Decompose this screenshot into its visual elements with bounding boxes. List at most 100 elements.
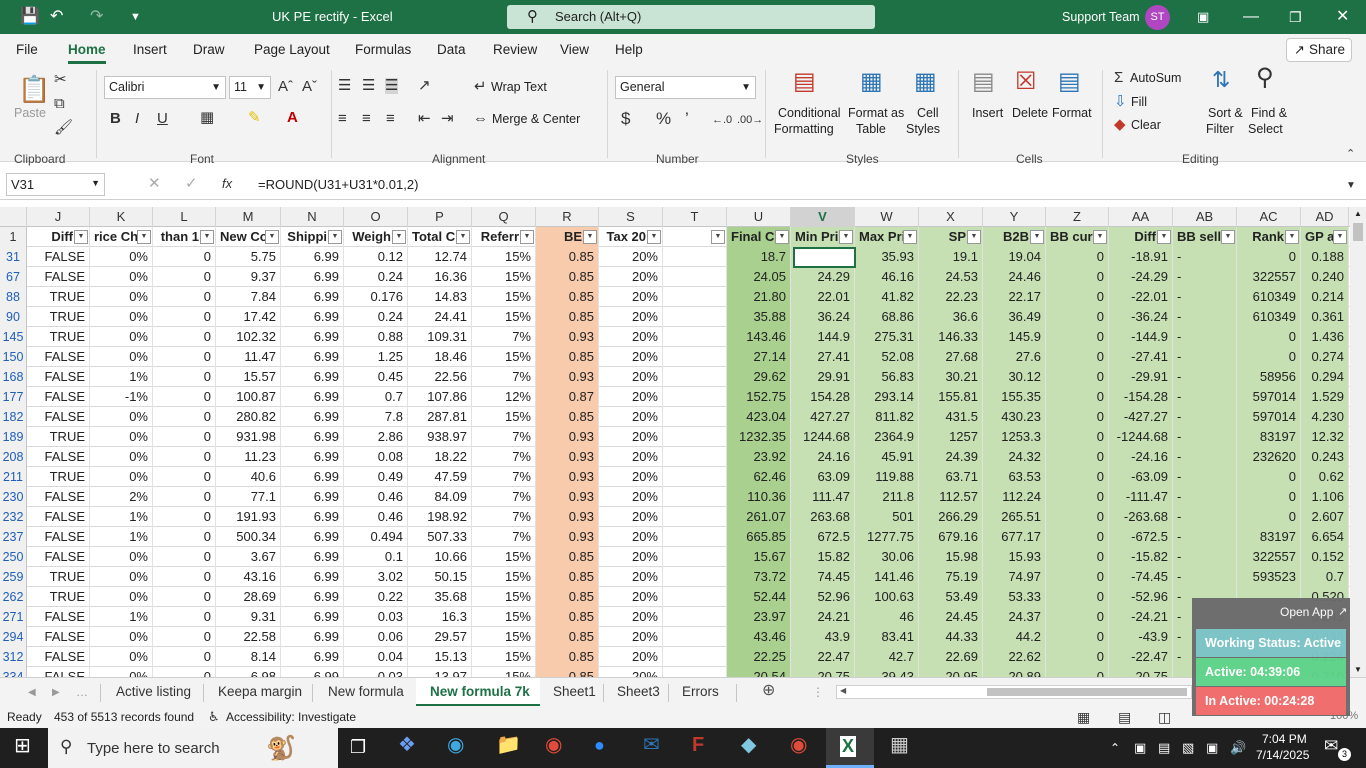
edge-icon[interactable]: ◉: [447, 735, 464, 755]
cell[interactable]: 46: [855, 607, 919, 627]
cell[interactable]: 46.16: [855, 267, 919, 287]
cell[interactable]: -20.75: [1109, 667, 1173, 677]
expand-formula-icon[interactable]: ▼: [1346, 178, 1356, 194]
cell[interactable]: 53.49: [919, 587, 983, 607]
cell[interactable]: 0: [1046, 607, 1109, 627]
row-number[interactable]: 67: [0, 267, 27, 287]
cell[interactable]: 0.04: [344, 647, 408, 667]
row-number[interactable]: 262: [0, 587, 27, 607]
cell[interactable]: 22.58: [216, 627, 281, 647]
cell[interactable]: 6.99: [281, 307, 344, 327]
cell[interactable]: 7%: [472, 507, 536, 527]
tray-screen-icon[interactable]: ▤: [1158, 740, 1170, 756]
cell[interactable]: 15%: [472, 307, 536, 327]
wrap-text-button[interactable]: Wrap Text: [491, 80, 547, 94]
cell[interactable]: 0%: [90, 567, 153, 587]
cell[interactable]: 427.27: [791, 407, 855, 427]
cell[interactable]: 672.5: [791, 527, 855, 547]
filter-dropdown-icon[interactable]: ▼: [328, 230, 342, 244]
cell[interactable]: 0%: [90, 307, 153, 327]
cell[interactable]: 0: [153, 507, 216, 527]
cell[interactable]: 15.57: [216, 367, 281, 387]
cell[interactable]: 1244.68: [791, 427, 855, 447]
cell[interactable]: FALSE: [27, 607, 90, 627]
column-header-l[interactable]: L: [153, 207, 216, 227]
notification-icon[interactable]: ✉: [1324, 737, 1338, 754]
cell[interactable]: 0: [153, 347, 216, 367]
cell[interactable]: 20%: [599, 387, 663, 407]
cell[interactable]: 15%: [472, 347, 536, 367]
cell[interactable]: 0.49: [344, 467, 408, 487]
cell[interactable]: 5.75: [216, 247, 281, 267]
cell[interactable]: 22.17: [983, 287, 1046, 307]
row-number[interactable]: 150: [0, 347, 27, 367]
cell[interactable]: 0: [1046, 427, 1109, 447]
cell[interactable]: 112.24: [983, 487, 1046, 507]
customize-qat-icon[interactable]: ▼: [130, 7, 141, 27]
cell[interactable]: 6.99: [281, 427, 344, 447]
filter-dropdown-icon[interactable]: ▼: [647, 230, 661, 244]
filter-dropdown-icon[interactable]: ▼: [1333, 230, 1347, 244]
cell[interactable]: 16.36: [408, 267, 472, 287]
cell[interactable]: 0: [1237, 487, 1301, 507]
cell[interactable]: 15%: [472, 287, 536, 307]
increase-indent-icon[interactable]: ⇥: [441, 111, 454, 127]
cell[interactable]: 0.85: [536, 347, 599, 367]
tray-app-icon[interactable]: ▣: [1134, 740, 1146, 756]
cell[interactable]: 83197: [1237, 527, 1301, 547]
cell[interactable]: 0: [1046, 647, 1109, 667]
column-header-p[interactable]: P: [408, 207, 472, 227]
cell[interactable]: 232620: [1237, 447, 1301, 467]
cell[interactable]: 0: [1237, 347, 1301, 367]
cell[interactable]: 0: [1046, 527, 1109, 547]
cell[interactable]: -: [1173, 567, 1237, 587]
cell[interactable]: 2%: [90, 487, 153, 507]
cell[interactable]: [663, 567, 727, 587]
cell[interactable]: 6.99: [281, 567, 344, 587]
clear-button[interactable]: Clear: [1131, 118, 1161, 132]
cell[interactable]: 0: [1237, 247, 1301, 267]
cell[interactable]: 15%: [472, 407, 536, 427]
accessibility-status[interactable]: Accessibility: Investigate: [226, 710, 356, 724]
cell[interactable]: [663, 487, 727, 507]
cell[interactable]: 44.2: [983, 627, 1046, 647]
cell[interactable]: 0.7: [1301, 567, 1349, 587]
cell[interactable]: 1232.35: [727, 427, 791, 447]
cell[interactable]: 4.230: [1301, 407, 1349, 427]
cell[interactable]: 198.92: [408, 507, 472, 527]
cell[interactable]: FALSE: [27, 407, 90, 427]
tab-formulas[interactable]: Formulas: [355, 42, 411, 57]
zoom-icon[interactable]: ●: [594, 736, 605, 754]
cell[interactable]: -: [1173, 427, 1237, 447]
font-size-dropdown[interactable]: 11 ▼: [229, 76, 271, 99]
cell[interactable]: 44.33: [919, 627, 983, 647]
cell[interactable]: 6.99: [281, 247, 344, 267]
cell[interactable]: 20.54: [727, 667, 791, 677]
cell[interactable]: 0.1: [344, 547, 408, 567]
sheet-tab-keepa-margin[interactable]: Keepa margin: [218, 684, 302, 699]
cell[interactable]: 3.02: [344, 567, 408, 587]
column-header-q[interactable]: Q: [472, 207, 536, 227]
cell[interactable]: 20%: [599, 307, 663, 327]
cell[interactable]: [663, 287, 727, 307]
borders-icon[interactable]: ▦: [200, 110, 214, 126]
cell[interactable]: -: [1173, 387, 1237, 407]
cell[interactable]: 77.1: [216, 487, 281, 507]
cell[interactable]: 111.47: [791, 487, 855, 507]
cell[interactable]: 107.86: [408, 387, 472, 407]
cell[interactable]: 19.1: [919, 247, 983, 267]
cell[interactable]: -: [1173, 447, 1237, 467]
align-left-icon[interactable]: ≡: [338, 111, 347, 127]
cell[interactable]: [663, 467, 727, 487]
cell[interactable]: 0%: [90, 267, 153, 287]
scroll-left-icon[interactable]: ◀: [840, 686, 846, 695]
cell[interactable]: 6.99: [281, 527, 344, 547]
tab-help[interactable]: Help: [615, 42, 643, 57]
cell[interactable]: 75.19: [919, 567, 983, 587]
cell[interactable]: FALSE: [27, 347, 90, 367]
cell[interactable]: 22.47: [791, 647, 855, 667]
cell[interactable]: 112.57: [919, 487, 983, 507]
cell[interactable]: 14.83: [408, 287, 472, 307]
cell[interactable]: 63.53: [983, 467, 1046, 487]
cell[interactable]: 0%: [90, 667, 153, 677]
